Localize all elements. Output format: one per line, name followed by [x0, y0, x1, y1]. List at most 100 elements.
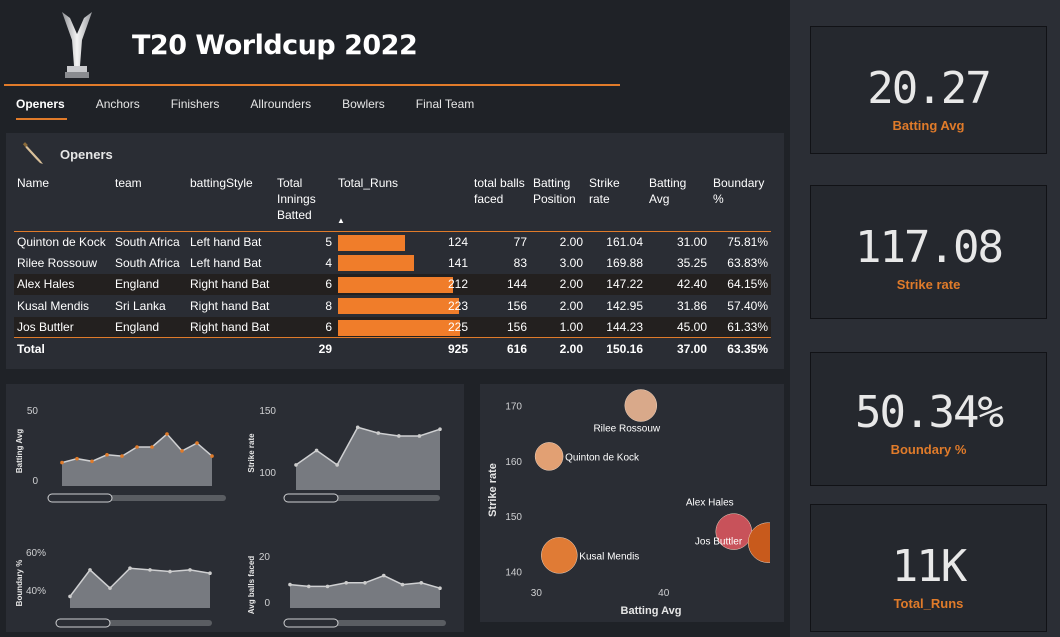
tab-final-team[interactable]: Final Team — [416, 97, 474, 111]
mini-chart-ylabel: Strike rate — [247, 433, 256, 473]
ytick-bottom: 100 — [259, 468, 276, 479]
col-header-innings[interactable]: Total Innings Batted — [274, 175, 335, 231]
col-header-boundary[interactable]: Boundary % — [710, 175, 771, 231]
area-point[interactable] — [208, 571, 212, 575]
cell-pos: 1.00 — [559, 320, 583, 334]
tab-anchors[interactable]: Anchors — [96, 97, 140, 111]
tab-bar: Openers Anchors Finishers Allrounders Bo… — [16, 97, 505, 120]
area-point[interactable] — [120, 454, 124, 458]
area-point[interactable] — [135, 445, 139, 449]
area-point[interactable] — [150, 445, 154, 449]
area-point[interactable] — [294, 463, 298, 467]
col-header-total-runs[interactable]: Total_Runs ▲ — [335, 175, 471, 231]
area-point[interactable] — [438, 586, 442, 590]
ytick-top: 150 — [259, 406, 276, 417]
tab-openers[interactable]: Openers — [16, 97, 67, 120]
cell-sr: 142.95 — [606, 298, 643, 313]
area-point[interactable] — [288, 582, 292, 587]
kpi-card-strike-rate: 117.08 Strike rate — [810, 185, 1047, 319]
area-point[interactable] — [108, 586, 112, 590]
scatter-ylabel: Strike rate — [487, 463, 499, 517]
small-multiples-panel: Batting Avg 50 0 Strike rate 150 100 Boundary … — [6, 384, 464, 632]
cell-sr: 144.23 — [606, 320, 643, 334]
cell-runs: 141 — [335, 252, 471, 273]
table-row[interactable]: Alex Hales England Right hand Bat 6 212 144 2.… — [14, 273, 771, 296]
area-point[interactable] — [105, 453, 109, 457]
scatter-point[interactable] — [747, 522, 784, 563]
cell-runs: 124 — [335, 231, 471, 252]
col-header-strike-rate[interactable]: Strike rate — [586, 175, 646, 231]
table-row[interactable]: Quinton de Kock South Africa Left hand Bat… — [14, 231, 771, 252]
col-header-batting-avg[interactable]: Batting Avg — [646, 175, 710, 231]
area-point[interactable] — [195, 441, 199, 445]
scatter-xtick: 30 — [531, 588, 543, 599]
area-point[interactable] — [376, 431, 381, 435]
area-point[interactable] — [344, 581, 349, 585]
area-point[interactable] — [68, 594, 72, 599]
area-point[interactable] — [60, 460, 64, 465]
scrollbar-thumb[interactable] — [47, 493, 113, 503]
table-row[interactable]: Jos Buttler England Right hand Bat 6 225 156 1… — [14, 316, 771, 338]
total-runs: 925 — [335, 337, 471, 360]
area-point[interactable] — [168, 569, 172, 574]
area-point[interactable] — [417, 434, 422, 438]
scatter-point[interactable] — [534, 442, 564, 471]
cell-avg: 31.86 — [676, 298, 707, 313]
col-header-name[interactable]: Name — [14, 175, 112, 231]
col-header-team[interactable]: team — [112, 175, 187, 231]
tab-allrounders[interactable]: Allrounders — [250, 97, 311, 111]
sort-asc-icon: ▲ — [337, 216, 345, 225]
runs-value: 225 — [447, 320, 468, 334]
area-point[interactable] — [188, 568, 192, 572]
cell-innings: 6 — [325, 320, 332, 334]
cell-bnd: 64.15% — [727, 277, 768, 292]
cell-innings: 6 — [325, 277, 332, 292]
area-point[interactable] — [88, 568, 92, 572]
area-point[interactable] — [90, 459, 94, 464]
area-point[interactable] — [325, 584, 330, 589]
mini-area-chart-3: Avg balls faced 20 0 — [247, 552, 446, 628]
area-point[interactable] — [128, 566, 132, 571]
scrollbar-thumb[interactable] — [283, 493, 339, 503]
cell-sr: 161.04 — [606, 234, 643, 249]
area-point[interactable] — [335, 463, 339, 467]
ytick-bottom: 0 — [264, 598, 270, 609]
scrollbar-thumb[interactable] — [55, 618, 111, 628]
area-point[interactable] — [438, 427, 442, 432]
col-header-balls[interactable]: total balls faced — [471, 175, 530, 231]
area-point[interactable] — [355, 425, 360, 430]
scatter-point[interactable] — [624, 389, 658, 422]
area-point[interactable] — [381, 573, 386, 578]
tab-finishers[interactable]: Finishers — [171, 97, 220, 111]
area-point[interactable] — [363, 581, 367, 585]
cell-name: Kusal Mendis — [17, 298, 90, 313]
table-header-row: Name team battingStyle Total Innings Bat… — [14, 175, 771, 231]
area-point[interactable] — [165, 432, 169, 436]
cell-avg: 42.40 — [676, 277, 707, 292]
area-point[interactable] — [75, 456, 79, 461]
scatter-point[interactable] — [541, 537, 578, 574]
area-point[interactable] — [314, 448, 319, 453]
area-point[interactable] — [210, 454, 214, 458]
area-point[interactable] — [400, 582, 405, 587]
small-multiples-charts: Batting Avg 50 0 Strike rate 150 100 Boundary … — [15, 406, 446, 628]
kpi-card-boundary: 50.34% Boundary % — [810, 352, 1047, 486]
tab-bowlers[interactable]: Bowlers — [342, 97, 385, 111]
col-header-position[interactable]: Batting Position — [530, 175, 586, 231]
kpi-label: Boundary % — [890, 442, 967, 457]
scatter-points — [534, 389, 784, 574]
col-header-batting-style[interactable]: battingStyle — [187, 175, 274, 231]
area-point[interactable] — [419, 581, 424, 585]
area-point[interactable] — [397, 434, 401, 438]
area-point[interactable] — [180, 449, 184, 453]
area-point[interactable] — [148, 568, 152, 572]
cell-innings: 8 — [325, 298, 332, 313]
scatter-xlabel: Batting Avg — [621, 605, 682, 617]
cricket-bat-icon — [22, 142, 43, 164]
cell-bnd: 57.40% — [727, 298, 768, 313]
area-point[interactable] — [306, 584, 311, 589]
table-total-row: Total 29 925 616 2.00 150.16 37.00 63.35… — [14, 337, 771, 360]
table-row[interactable]: Kusal Mendis Sri Lanka Right hand Bat 8 223 1… — [14, 295, 771, 316]
scrollbar-thumb[interactable] — [283, 618, 339, 628]
table-row[interactable]: Rilee Rossouw South Africa Left hand Bat 4 1… — [14, 252, 771, 273]
